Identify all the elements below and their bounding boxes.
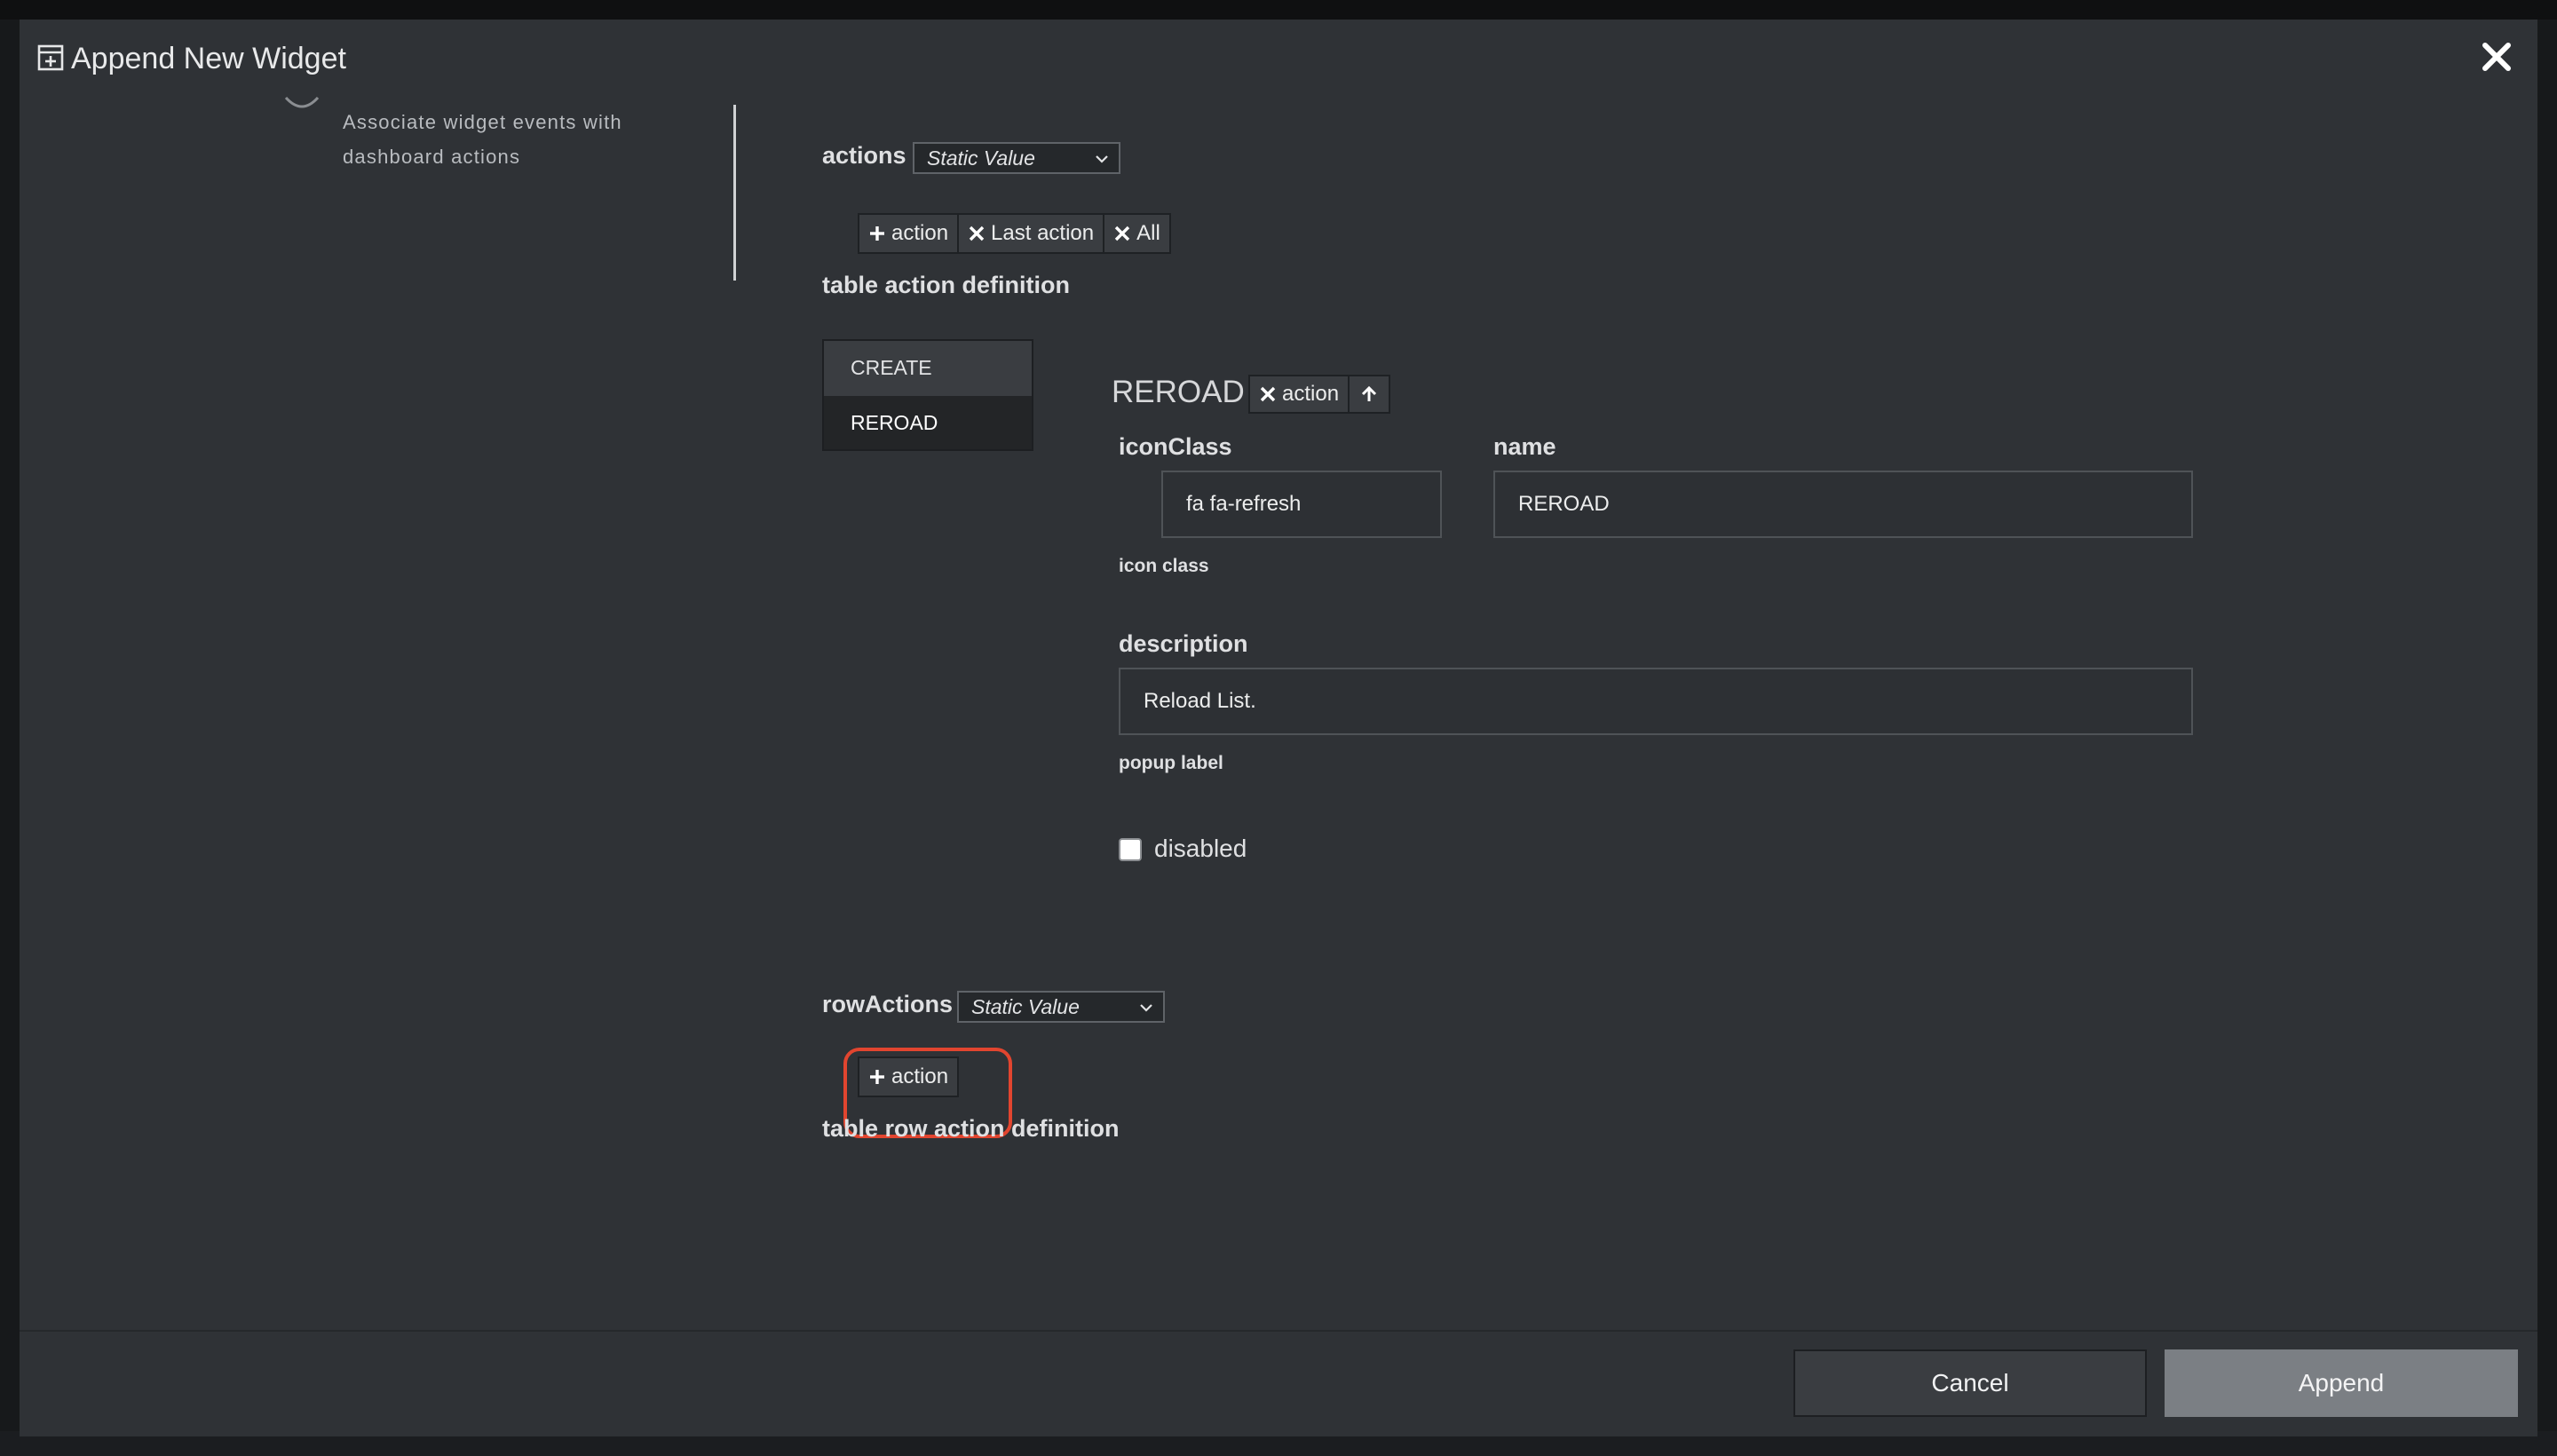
add-action-button[interactable]: action: [858, 213, 960, 254]
add-row-action-button[interactable]: action: [858, 1056, 960, 1097]
rowactions-hint: table row action definition: [822, 1115, 1120, 1142]
description-hint: popup label: [1119, 753, 1223, 773]
iconclass-hint: icon class: [1119, 556, 1209, 576]
rowactions-mode-select[interactable]: Static Value: [957, 991, 1165, 1023]
move-up-button[interactable]: [1350, 375, 1391, 414]
actions-mode-select[interactable]: Static Value: [913, 142, 1120, 174]
remove-all-actions-label: All: [1136, 221, 1160, 245]
dialog-header: Append New Widget: [20, 20, 2537, 105]
times-icon: [1260, 386, 1276, 402]
action-list-item-reroad[interactable]: REROAD: [824, 396, 1032, 449]
plus-icon: [870, 1070, 884, 1084]
plus-icon: [870, 226, 884, 241]
widget-add-icon: [37, 44, 64, 71]
description-input[interactable]: Reload List.: [1119, 668, 2193, 735]
chevron-down-icon: [1096, 155, 1108, 163]
remove-selected-action-label: action: [1282, 382, 1340, 406]
remove-last-action-label: Last action: [991, 221, 1095, 245]
action-list-item-create[interactable]: CREATE: [824, 341, 1032, 394]
iconclass-input[interactable]: fa fa-refresh: [1161, 471, 1442, 538]
actions-mode-value: Static Value: [927, 146, 1035, 170]
name-label: name: [1493, 433, 1556, 460]
actions-hint: table action definition: [822, 272, 1071, 298]
times-icon: [1114, 226, 1130, 241]
action-list: CREATE REROAD: [822, 339, 1033, 451]
iconclass-label: iconClass: [1119, 433, 1232, 460]
actions-label: actions: [822, 142, 906, 169]
footer-divider: [20, 1330, 2537, 1332]
chevron-down-icon: [1140, 1004, 1152, 1012]
times-icon: [969, 226, 985, 241]
arrow-up-icon: [1361, 385, 1377, 401]
append-button[interactable]: Append: [2165, 1349, 2518, 1417]
selected-action-title: REROAD: [1112, 375, 1245, 409]
backdrop-top: [0, 0, 2557, 20]
append-widget-dialog: Append New Widget Associate widget event…: [20, 20, 2537, 1436]
step-indicator-icon: [284, 96, 320, 108]
remove-all-actions-button[interactable]: All: [1104, 213, 1171, 254]
disabled-label: disabled: [1154, 835, 1247, 862]
rowactions-mode-value: Static Value: [971, 995, 1080, 1018]
stepper-divider: [733, 105, 736, 281]
dialog-title: Append New Widget: [71, 42, 346, 75]
add-action-label: action: [891, 221, 949, 245]
add-row-action-label: action: [891, 1064, 949, 1088]
cancel-button[interactable]: Cancel: [1793, 1349, 2147, 1417]
name-input[interactable]: REROAD: [1493, 471, 2193, 538]
remove-selected-action-button[interactable]: action: [1248, 375, 1350, 414]
selected-action-button-group: action: [1248, 375, 1391, 414]
close-icon[interactable]: [2474, 34, 2520, 80]
actions-button-group: action Last action All: [858, 213, 1171, 254]
description-label: description: [1119, 630, 1248, 657]
rowactions-label: rowActions: [822, 991, 954, 1017]
step-description: Associate widget events with dashboard a…: [343, 111, 622, 168]
rowactions-button-group: action: [858, 1056, 960, 1097]
disabled-checkbox[interactable]: [1119, 838, 1142, 861]
remove-last-action-button[interactable]: Last action: [959, 213, 1105, 254]
